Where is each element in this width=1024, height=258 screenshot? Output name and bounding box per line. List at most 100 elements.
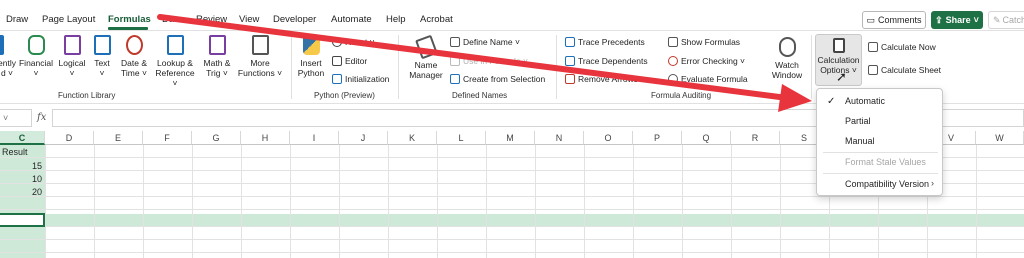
column-header-o[interactable]: O [584,131,633,145]
text-book-icon [93,35,111,55]
name-box[interactable]: ˅ [0,109,32,127]
catch-up-button[interactable]: ✎ Catch [988,11,1024,29]
column-header-n[interactable]: N [535,131,584,145]
warning-icon [668,56,678,66]
menu-item-automatic[interactable]: Automatic [845,96,885,106]
more-functions-button[interactable]: More Functions ˅ [236,35,284,78]
menu-item-compatibility-version[interactable]: Compatibility Version [845,179,929,189]
tab-page-layout[interactable]: Page Layout [42,14,95,25]
column-header-h[interactable]: H [241,131,290,145]
logical-button[interactable]: Logical ˅ [56,35,88,78]
function-library-group-label: Function Library [58,91,116,100]
evaluate-formula-button[interactable]: Evaluate Formula [668,74,748,84]
column-header-p[interactable]: P [633,131,682,145]
insert-python-button[interactable]: Insert Python [296,35,326,78]
checkmark-icon: ✓ [827,96,836,107]
tab-automate[interactable]: Automate [331,14,372,25]
clock-icon [125,35,143,55]
remove-arrows-button[interactable]: Remove Arrows ˅ [565,74,645,84]
comments-button[interactable]: ▭ Comments [862,11,926,29]
coins-icon [27,35,45,55]
trace-dependents-icon [565,56,575,66]
cell-c-value-1[interactable]: 15 [32,161,42,171]
math-trig-button[interactable]: Math & Trig ˅ [200,35,234,78]
tab-help[interactable]: Help [386,14,406,25]
lookup-reference-label-2: Reference ˅ [155,68,195,88]
defined-names-group-label: Defined Names [452,91,508,100]
cell-c-value-3[interactable]: 20 [32,187,42,197]
table-row [0,240,1024,253]
lookup-reference-label: Lookup & [157,58,193,68]
fx-icon[interactable]: fx [37,112,46,123]
column-header-k[interactable]: K [388,131,437,145]
name-manager-label: Name [414,60,438,70]
menu-item-manual[interactable]: Manual [845,136,875,146]
theta-book-icon [208,35,226,55]
menu-item-partial[interactable]: Partial [845,116,871,126]
tab-view[interactable]: View [239,14,259,25]
tab-data[interactable]: Data [162,14,182,25]
trace-precedents-button[interactable]: Trace Precedents [565,37,645,47]
reset-button[interactable]: Reset ˅ [332,37,375,47]
more-functions-label-2: Functions ˅ [237,68,283,78]
mouse-pointer-icon: ➚ [836,69,847,84]
column-header-f[interactable]: F [143,131,192,145]
error-checking-button[interactable]: Error Checking ˅ [668,56,745,66]
column-header-d[interactable]: D [45,131,94,145]
math-trig-label: Math & [203,58,231,68]
cell-c-header[interactable]: Result [2,147,28,157]
tab-acrobat[interactable]: Acrobat [420,14,453,25]
menu-item-format-stale-values[interactable]: Format Stale Values [845,157,926,167]
trace-dependents-button[interactable]: Trace Dependents [565,56,648,66]
column-header-q[interactable]: Q [682,131,731,145]
grid-selection-icon [450,74,460,84]
define-name-icon [450,37,460,47]
column-header-w[interactable]: W [976,131,1024,145]
calculate-now-label: Calculate Now [881,42,936,52]
tab-draw[interactable]: Draw [6,14,28,25]
create-from-selection-label: Create from Selection [463,74,546,84]
editor-button[interactable]: Editor [332,56,367,66]
editor-label: Editor [345,56,368,66]
name-manager-button[interactable]: Name Manager [406,34,446,80]
table-row [0,197,1024,210]
pen-icon: ✎ [993,14,1001,25]
chevron-down-icon: ˅ [3,113,9,123]
calculate-now-button[interactable]: Calculate Now [868,42,936,52]
define-name-label: Define Name ˅ [463,37,520,47]
chevron-down-icon: ˅ [973,15,979,25]
column-header-l[interactable]: L [437,131,486,145]
financial-chevron: ˅ [33,68,39,78]
calculation-options-button[interactable]: Calculation Options ˅ ➚ [815,34,862,86]
date-time-button[interactable]: Date & Time ˅ [117,35,151,78]
watch-window-label: Watch [775,60,799,70]
column-header-e[interactable]: E [94,131,143,145]
show-formulas-button[interactable]: Show Formulas [668,37,740,47]
column-header-i[interactable]: I [290,131,339,145]
create-from-selection-button[interactable]: Create from Selection [450,74,545,84]
tab-review[interactable]: Review [196,14,227,25]
define-name-button[interactable]: Define Name ˅ [450,37,520,47]
calculate-sheet-button[interactable]: Calculate Sheet [868,65,941,75]
tab-developer[interactable]: Developer [273,14,316,25]
cell-c-value-2[interactable]: 10 [32,174,42,184]
watch-window-button[interactable]: Watch Window [768,37,806,80]
initialization-button[interactable]: Initialization [332,74,389,84]
trace-dependents-label: Trace Dependents [578,56,648,66]
text-button[interactable]: Text ˅ [90,35,114,78]
column-header-g[interactable]: G [192,131,241,145]
column-header-r[interactable]: R [731,131,780,145]
column-header-c[interactable]: C [0,131,45,145]
column-header-j[interactable]: J [339,131,388,145]
active-cell[interactable] [0,213,45,227]
share-button[interactable]: ⇪ Share ˅ [931,11,983,29]
use-in-formula-label: Use in Formula ˅ [463,56,528,66]
recently-used-button[interactable]: ently d ˅ [0,35,18,78]
column-header-m[interactable]: M [486,131,535,145]
lookup-reference-button[interactable]: Lookup & Reference ˅ [152,35,198,88]
use-in-formula-button[interactable]: Use in Formula ˅ [450,56,528,66]
trace-precedents-label: Trace Precedents [578,37,645,47]
question-book-icon [63,35,81,55]
financial-button[interactable]: Financial ˅ [18,35,54,78]
tab-formulas[interactable]: Formulas [108,14,151,25]
